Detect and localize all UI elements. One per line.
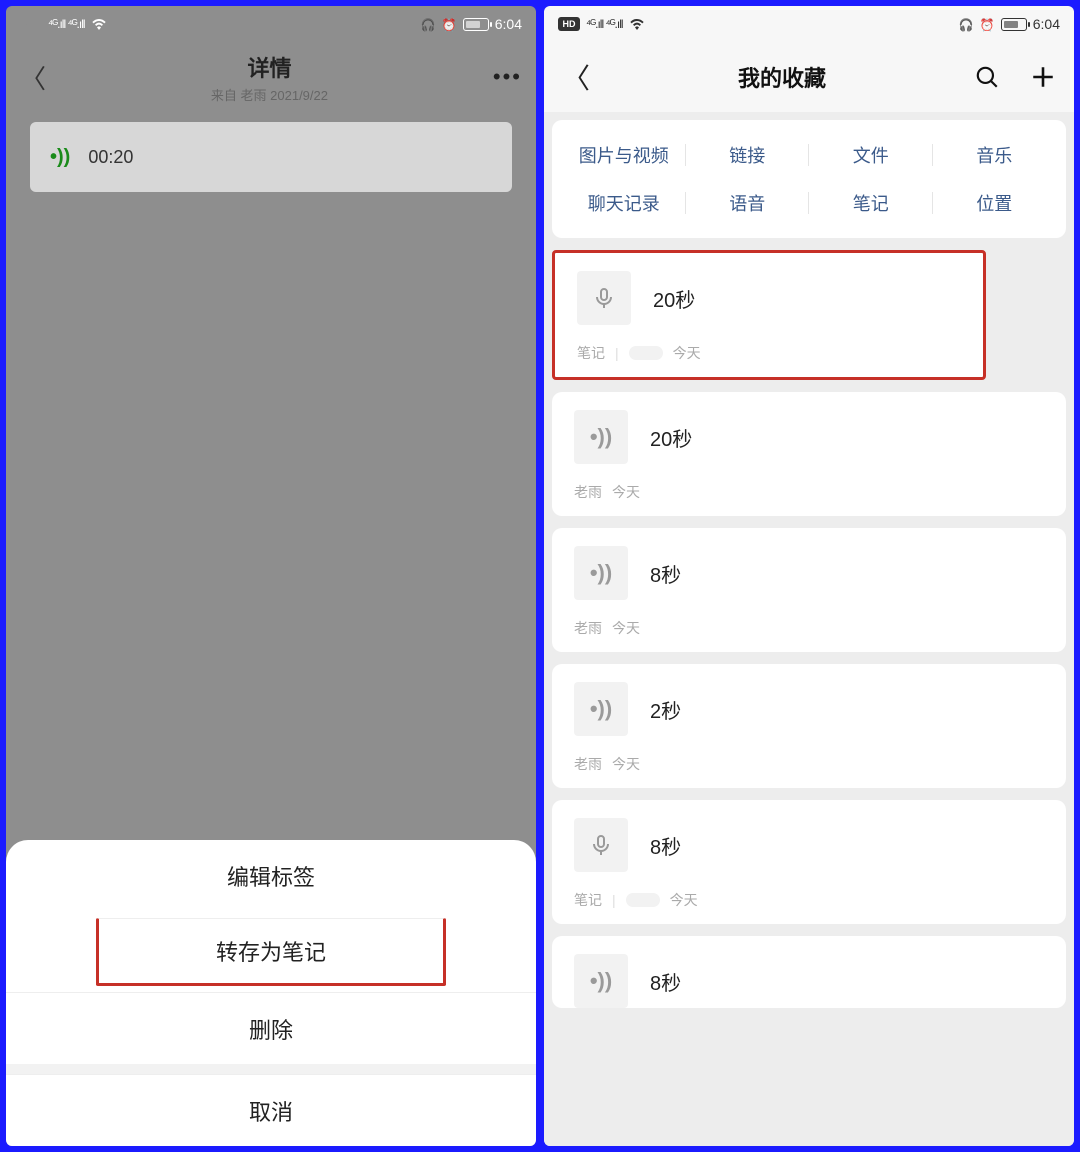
voice-message-card[interactable]: •)) 00:20 [30,122,512,192]
blurred-name [629,346,663,360]
sound-icon: •)) [574,682,628,736]
cat-notes[interactable]: 笔记 [809,190,933,216]
battery-icon [1001,18,1027,31]
search-icon[interactable] [974,64,1000,90]
favorite-item[interactable]: 8秒笔记|今天 [552,800,1066,924]
favorites-list: 20秒笔记|今天•))20秒老雨今天•))8秒老雨今天•))2秒老雨今天8秒笔记… [552,250,1066,1008]
status-bar: ⁴ᴳ.ıll ⁴ᴳ.ıll 6:04 [544,6,1074,42]
favorite-item[interactable]: 20秒笔记|今天 [552,250,986,380]
nav-header-right: 〈 我的收藏 [544,42,1074,112]
sheet-cancel[interactable]: 取消 [6,1074,536,1146]
favorite-item[interactable]: •)) 2秒老雨今天 [552,664,1066,788]
favorite-title: 8秒 [650,559,681,588]
headset-icon [421,16,436,32]
favorite-title: 8秒 [650,967,681,996]
favorite-item[interactable]: •)) 8秒 [552,936,1066,1008]
favorite-meta: 老雨今天 [574,618,1044,638]
sound-icon: •)) [574,546,628,600]
sheet-edit-tag[interactable]: 编辑标签 [6,840,536,912]
headset-icon [959,16,974,32]
phone-left: ⁴ᴳ.ıll ⁴ᴳ.ıll 6:04 〈 详情 来自 老雨 2021/9/22 … [6,6,536,1146]
battery-icon [463,18,489,31]
nav-header-left: 〈 详情 来自 老雨 2021/9/22 ••• [6,42,536,112]
page-title: 我的收藏 [590,61,974,93]
hd-badge-icon [20,17,42,31]
blurred-name [626,893,660,907]
more-icon[interactable]: ••• [493,64,522,90]
hd-badge-icon [558,17,580,31]
sheet-delete[interactable]: 删除 [6,992,536,1064]
favorite-meta: 老雨今天 [574,754,1044,774]
mic-icon [574,818,628,872]
cat-music[interactable]: 音乐 [933,142,1057,168]
voice-duration: 00:20 [88,147,133,168]
signal-icon: ⁴ᴳ.ıll ⁴ᴳ.ıll [586,17,623,31]
favorites-body: 图片与视频 链接 文件 音乐 聊天记录 语音 笔记 位置 20秒笔记|今天•))… [544,112,1074,1146]
page-subtitle: 来自 老雨 2021/9/22 [46,85,493,104]
alarm-icon [980,16,995,32]
signal-icon: ⁴ᴳ.ıll ⁴ᴳ.ıll [48,17,85,31]
favorite-title: 8秒 [650,831,681,860]
back-icon[interactable]: 〈 [20,59,46,96]
alarm-icon [442,16,457,32]
page-title: 详情 [46,51,493,83]
favorite-title: 2秒 [650,695,681,724]
status-time: 6:04 [1033,16,1060,32]
action-sheet: 编辑标签 转存为笔记 删除 取消 [6,840,536,1146]
favorite-item[interactable]: •)) 8秒老雨今天 [552,528,1066,652]
favorite-title: 20秒 [653,284,695,313]
sheet-divider [6,1064,536,1074]
sound-icon: •)) [574,954,628,1008]
voice-play-icon: •)) [50,146,70,169]
add-icon[interactable] [1030,64,1056,90]
category-card: 图片与视频 链接 文件 音乐 聊天记录 语音 笔记 位置 [552,120,1066,238]
favorite-title: 20秒 [650,423,692,452]
sound-icon: •)) [574,410,628,464]
wifi-icon [629,18,645,30]
status-bar: ⁴ᴳ.ıll ⁴ᴳ.ıll 6:04 [6,6,536,42]
cat-links[interactable]: 链接 [686,142,810,168]
sheet-save-as-note[interactable]: 转存为笔记 [96,918,446,986]
favorite-meta: 笔记|今天 [577,343,961,363]
cat-files[interactable]: 文件 [809,142,933,168]
favorite-meta: 老雨今天 [574,482,1044,502]
status-time: 6:04 [495,16,522,32]
wifi-icon [91,18,107,30]
mic-icon [577,271,631,325]
cat-voice[interactable]: 语音 [686,190,810,216]
favorite-item[interactable]: •)) 20秒老雨今天 [552,392,1066,516]
cat-images-videos[interactable]: 图片与视频 [562,142,686,168]
favorite-meta: 笔记|今天 [574,890,1044,910]
back-icon[interactable]: 〈 [562,57,590,97]
cat-chats[interactable]: 聊天记录 [562,190,686,216]
cat-location[interactable]: 位置 [933,190,1057,216]
phone-right: ⁴ᴳ.ıll ⁴ᴳ.ıll 6:04 〈 我的收藏 图片与视频 [544,6,1074,1146]
